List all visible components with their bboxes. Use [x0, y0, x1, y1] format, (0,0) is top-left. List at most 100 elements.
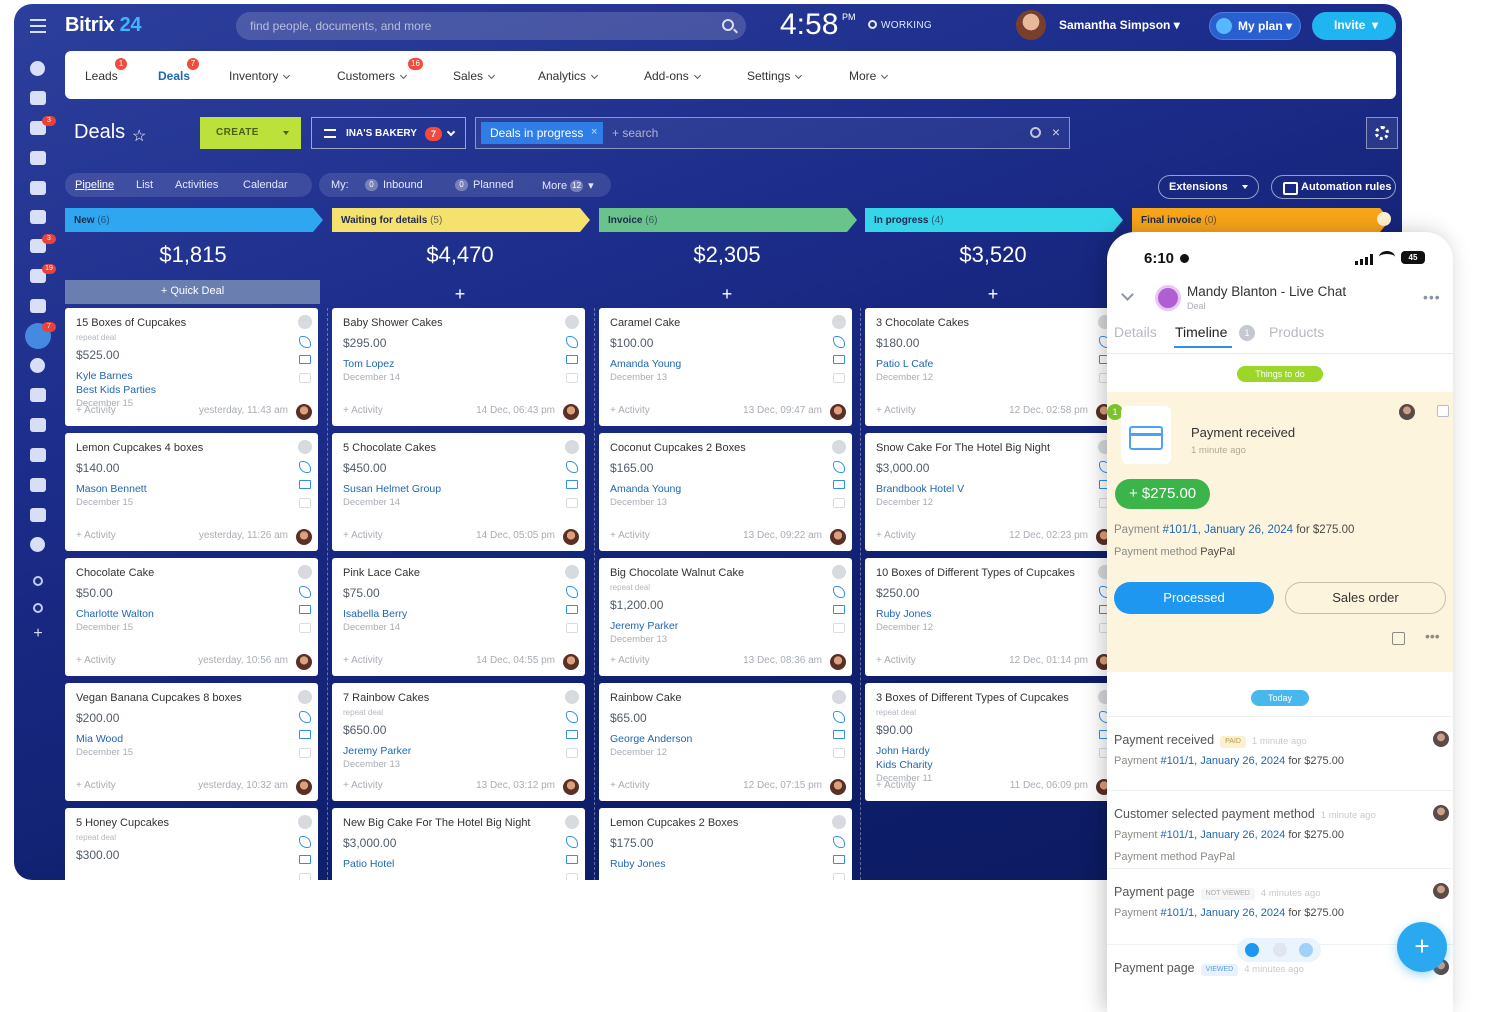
- mail-icon[interactable]: [1273, 943, 1287, 957]
- company-link[interactable]: Best Kids Parties: [76, 383, 156, 397]
- add-activity-link[interactable]: + Activity: [76, 405, 116, 416]
- tab-activities[interactable]: Activities: [175, 179, 218, 191]
- nav-more[interactable]: More: [849, 69, 889, 83]
- chat-icon[interactable]: [833, 873, 845, 880]
- avatar[interactable]: [830, 654, 846, 670]
- contact-link[interactable]: John Hardy: [876, 744, 930, 758]
- deal-card[interactable]: Coconut Cupcakes 2 Boxes $165.00 Amanda Yo…: [599, 433, 852, 551]
- sms-icon[interactable]: [1299, 943, 1313, 957]
- filter-search-bar[interactable]: Deals in progress × + search ×: [475, 117, 1070, 149]
- search-icon[interactable]: [1030, 127, 1041, 138]
- contact-card-icon[interactable]: [30, 299, 46, 313]
- global-search[interactable]: find people, documents, and more: [236, 12, 746, 40]
- deal-title[interactable]: Caramel Cake: [610, 317, 830, 329]
- avatar[interactable]: [563, 404, 579, 420]
- team-icon[interactable]: [30, 210, 46, 224]
- avatar[interactable]: [563, 529, 579, 545]
- deal-title[interactable]: Pink Lace Cake: [343, 567, 563, 579]
- chat-icon[interactable]: [833, 498, 845, 508]
- deal-title[interactable]: 5 Chocolate Cakes: [343, 442, 563, 454]
- mail-icon[interactable]: [833, 730, 845, 739]
- phone-icon[interactable]: [299, 836, 311, 848]
- app-logo[interactable]: Bitrix 24: [65, 14, 142, 37]
- add-activity-link[interactable]: + Activity: [76, 530, 116, 541]
- tab-details[interactable]: Details: [1114, 324, 1157, 340]
- menu-icon[interactable]: [30, 19, 46, 33]
- sales-order-button[interactable]: Sales order: [1285, 582, 1446, 614]
- tab-timeline[interactable]: Timeline: [1175, 324, 1227, 340]
- add-activity-link[interactable]: + Activity: [76, 780, 116, 791]
- deal-card[interactable]: Rainbow Cake $65.00 George Anderson Decembe…: [599, 683, 852, 801]
- deal-title[interactable]: Chocolate Cake: [76, 567, 296, 579]
- deal-card[interactable]: New Big Cake For The Hotel Big Night $3,0…: [332, 808, 585, 880]
- phone-icon[interactable]: [566, 461, 578, 473]
- mail-icon[interactable]: [299, 480, 311, 489]
- contact-link[interactable]: George Anderson: [610, 732, 692, 746]
- phone-icon[interactable]: [299, 461, 311, 473]
- add-activity-link[interactable]: + Activity: [76, 655, 116, 666]
- mail-icon[interactable]: [30, 388, 46, 402]
- deal-title[interactable]: 10 Boxes of Different Types of Cupcakes: [876, 567, 1096, 579]
- nav-deals[interactable]: Deals: [158, 69, 190, 83]
- contact-link[interactable]: Charlotte Walton: [76, 607, 154, 621]
- deal-card[interactable]: Pink Lace Cake $75.00 Isabella Berry Decemb…: [332, 558, 585, 676]
- contact-link[interactable]: Isabella Berry: [343, 607, 407, 621]
- chevron-down-icon[interactable]: [1121, 288, 1134, 301]
- chat-icon[interactable]: [566, 373, 578, 383]
- add-activity-link[interactable]: + Activity: [343, 530, 383, 541]
- phone-icon[interactable]: [833, 836, 845, 848]
- chat-icon[interactable]: [299, 873, 311, 880]
- add-activity-link[interactable]: + Activity: [876, 405, 916, 416]
- contact-link[interactable]: Susan Helmet Group: [343, 482, 441, 496]
- add-activity-link[interactable]: + Activity: [610, 780, 650, 791]
- mail-icon[interactable]: [833, 480, 845, 489]
- phone-icon[interactable]: [833, 586, 845, 598]
- deal-card[interactable]: 7 Rainbow Cakes repeat deal $650.00 Jeremy …: [332, 683, 585, 801]
- mail-icon[interactable]: [299, 855, 311, 864]
- add-activity-link[interactable]: + Activity: [876, 530, 916, 541]
- deal-title[interactable]: 3 Boxes of Different Types of Cupcakes: [876, 692, 1096, 704]
- avatar[interactable]: [296, 404, 312, 420]
- create-button[interactable]: CREATE: [200, 117, 301, 149]
- settings-icon[interactable]: [33, 603, 43, 613]
- invite-button[interactable]: Invite ▾: [1312, 12, 1396, 40]
- processed-button[interactable]: Processed: [1114, 582, 1274, 614]
- add-activity-link[interactable]: + Activity: [343, 405, 383, 416]
- deal-title[interactable]: 3 Chocolate Cakes: [876, 317, 1096, 329]
- add-activity-link[interactable]: + Activity: [876, 655, 916, 666]
- mail-icon[interactable]: [299, 605, 311, 614]
- deal-title[interactable]: Lemon Cupcakes 4 boxes: [76, 442, 296, 454]
- nav-leads[interactable]: Leads: [85, 69, 118, 83]
- filter-search-input[interactable]: + search: [612, 126, 658, 140]
- phone-icon[interactable]: [833, 336, 845, 348]
- chat-icon[interactable]: [833, 623, 845, 633]
- deal-title[interactable]: Big Chocolate Walnut Cake: [610, 567, 830, 579]
- avatar[interactable]: [296, 654, 312, 670]
- contact-link[interactable]: Jeremy Parker: [610, 619, 678, 633]
- chat-icon[interactable]: [299, 498, 311, 508]
- drive-icon[interactable]: [30, 151, 46, 165]
- todo-checkbox[interactable]: [1437, 405, 1449, 417]
- deal-card[interactable]: 5 Honey Cupcakes repeat deal $300.00: [65, 808, 318, 880]
- mail-icon[interactable]: [566, 355, 578, 364]
- add-activity-link[interactable]: + Activity: [610, 655, 650, 666]
- tasks-icon[interactable]: [30, 91, 46, 105]
- phone-icon[interactable]: [566, 836, 578, 848]
- chat-icon[interactable]: [299, 623, 311, 633]
- deal-card[interactable]: Lemon Cupcakes 2 Boxes $175.00 Ruby Jones: [599, 808, 852, 880]
- chat-icon[interactable]: [299, 373, 311, 383]
- contact-link[interactable]: Tom Lopez: [343, 357, 394, 371]
- phone-icon[interactable]: [566, 586, 578, 598]
- add-activity-link[interactable]: + Activity: [343, 655, 383, 666]
- deal-title[interactable]: Vegan Banana Cupcakes 8 boxes: [76, 692, 296, 704]
- deal-card[interactable]: Snow Cake For The Hotel Big Night $3,000.…: [865, 433, 1118, 551]
- mail-icon[interactable]: [566, 480, 578, 489]
- contact-link[interactable]: Jeremy Parker: [343, 744, 411, 758]
- deal-card[interactable]: 10 Boxes of Different Types of Cupcakes $…: [865, 558, 1118, 676]
- feed-icon[interactable]: [30, 61, 45, 76]
- phone-icon[interactable]: [566, 711, 578, 723]
- contact-link[interactable]: Amanda Young: [610, 482, 681, 496]
- settings-button[interactable]: [1366, 117, 1398, 149]
- chat-icon[interactable]: [833, 748, 845, 758]
- avatar[interactable]: [563, 654, 579, 670]
